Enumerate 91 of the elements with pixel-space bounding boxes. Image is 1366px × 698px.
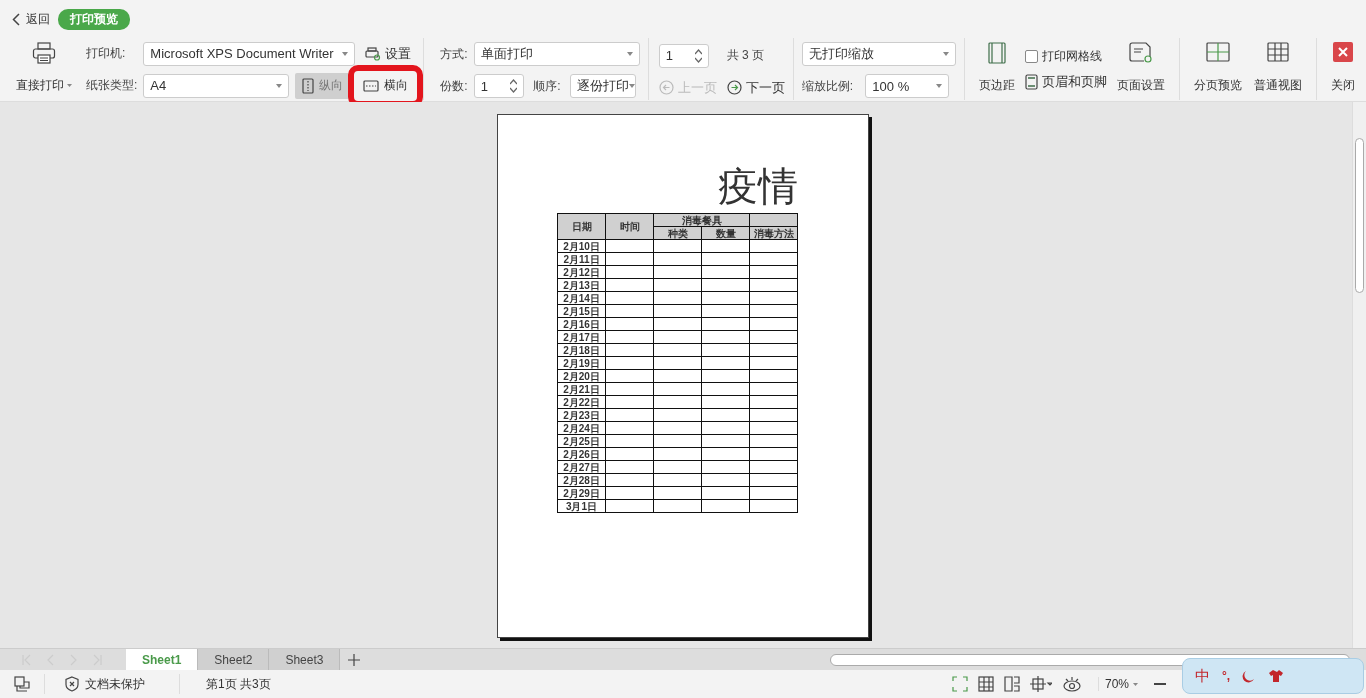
close-button[interactable]: 关闭 bbox=[1324, 38, 1361, 100]
date-cell: 2月29日 bbox=[557, 486, 606, 500]
close-icon bbox=[1332, 42, 1353, 62]
date-cell: 2月13日 bbox=[557, 278, 606, 292]
caret-icon bbox=[626, 52, 633, 56]
header-footer-button[interactable]: 页眉和页脚 bbox=[1024, 72, 1107, 91]
landscape-page-icon bbox=[363, 79, 380, 92]
paper-type-label: 纸张类型: bbox=[86, 77, 138, 94]
direct-print-button[interactable]: 直接打印 bbox=[10, 38, 78, 100]
spinner-arrows-icon bbox=[509, 79, 517, 93]
date-cell: 2月16日 bbox=[557, 317, 606, 331]
page-header-footer-icon bbox=[1024, 73, 1038, 90]
caret-icon bbox=[1133, 682, 1138, 686]
protection-text: 文档未保护 bbox=[85, 675, 145, 693]
paper-type-dropdown[interactable]: A4 bbox=[143, 73, 290, 98]
gridlines-checkbox[interactable]: 打印网格线 bbox=[1024, 47, 1107, 65]
order-label: 顺序: bbox=[533, 77, 562, 95]
column-header: 日期 bbox=[557, 213, 606, 240]
eye-icon[interactable] bbox=[1061, 676, 1082, 692]
page-setup-button[interactable]: 页面设置 bbox=[1110, 38, 1171, 100]
crosshair-page-icon[interactable] bbox=[1029, 676, 1052, 692]
date-cell: 2月20日 bbox=[557, 369, 606, 383]
date-cell: 2月21日 bbox=[557, 382, 606, 396]
split-view-icon bbox=[1205, 42, 1230, 62]
date-cell: 2月22日 bbox=[557, 395, 606, 409]
next-page-button[interactable]: 下一页 bbox=[726, 78, 785, 97]
date-cell: 2月10日 bbox=[557, 239, 606, 253]
back-chevron-icon bbox=[12, 12, 20, 26]
page-break-preview-button[interactable]: 分页预览 bbox=[1187, 38, 1248, 100]
shield-x-icon bbox=[65, 676, 79, 692]
date-cell: 2月28日 bbox=[557, 473, 606, 487]
monitor-icon[interactable] bbox=[14, 676, 30, 692]
caret-icon bbox=[629, 84, 636, 88]
mode-badge: 打印预览 bbox=[58, 8, 130, 30]
sheet-tab[interactable]: Sheet3 bbox=[269, 648, 341, 671]
input-mode-toggle[interactable]: 中 bbox=[1195, 666, 1210, 686]
add-sheet-icon[interactable] bbox=[348, 653, 361, 666]
date-cell: 2月24日 bbox=[557, 421, 606, 435]
page-margins-icon bbox=[987, 42, 1006, 64]
zoom-ratio-label: 缩放比例: bbox=[801, 77, 855, 95]
page-gear-icon bbox=[1128, 42, 1153, 64]
zoom-ratio-dropdown[interactable]: 100 % bbox=[865, 74, 950, 98]
settings-button[interactable]: 设置 bbox=[365, 44, 416, 63]
date-cell: 2月25日 bbox=[557, 434, 606, 448]
date-cell: 3月1日 bbox=[557, 499, 606, 513]
page-total: 共 3 页 bbox=[726, 47, 766, 64]
caret-icon bbox=[67, 84, 72, 87]
caret-icon bbox=[936, 84, 943, 88]
caret-icon bbox=[342, 51, 349, 56]
orientation-button[interactable]: 横向 bbox=[356, 72, 416, 99]
copies-field[interactable]: 1 bbox=[473, 74, 524, 98]
copies-label: 份数: bbox=[440, 77, 468, 95]
column-header: 消毒餐具 bbox=[653, 213, 750, 227]
printer-gear-icon bbox=[365, 46, 382, 61]
page-number-field[interactable]: 1 bbox=[658, 43, 709, 68]
vertical-scrollbar[interactable] bbox=[1352, 102, 1366, 648]
date-cell: 2月27日 bbox=[557, 460, 606, 474]
sheet-tab[interactable]: Sheet2 bbox=[198, 648, 270, 671]
date-cell: 2月11日 bbox=[557, 252, 606, 266]
date-cell: 2月23日 bbox=[557, 408, 606, 422]
page-info: 第1页 共3页 bbox=[179, 674, 291, 694]
zoom-level-dropdown[interactable]: 70% bbox=[1097, 677, 1144, 691]
date-cell: 2月15日 bbox=[557, 304, 606, 318]
printer-dropdown[interactable]: Microsoft XPS Document Writer bbox=[143, 41, 356, 66]
punctuation-toggle[interactable]: °, bbox=[1222, 669, 1231, 683]
mode-label: 方式: bbox=[440, 45, 468, 63]
back-button[interactable]: 返回 bbox=[10, 8, 52, 30]
printer-label: 打印机: bbox=[86, 45, 127, 62]
normal-view-button[interactable]: 普通视图 bbox=[1247, 38, 1308, 100]
column-header: 时间 bbox=[605, 213, 654, 240]
moon-icon[interactable] bbox=[1242, 669, 1257, 683]
shirt-icon[interactable] bbox=[1268, 669, 1285, 683]
grid-icon bbox=[1266, 42, 1289, 62]
spinner-arrows-icon bbox=[694, 48, 702, 63]
date-cell: 2月17日 bbox=[557, 330, 606, 344]
portrait-page-icon bbox=[302, 77, 315, 94]
date-cell: 2月26日 bbox=[557, 447, 606, 461]
caret-icon bbox=[276, 83, 283, 88]
date-cell: 2月18日 bbox=[557, 343, 606, 357]
document-title: 疫情 bbox=[717, 163, 798, 211]
date-cell: 2月14日 bbox=[557, 291, 606, 305]
grid-view-icon[interactable] bbox=[977, 676, 994, 692]
printer-icon bbox=[32, 42, 56, 64]
print-mode-dropdown[interactable]: 单面打印 bbox=[473, 42, 640, 66]
page-layout-icon[interactable] bbox=[1003, 676, 1020, 692]
caret-icon bbox=[942, 52, 949, 56]
date-cell: 2月19日 bbox=[557, 356, 606, 370]
margins-button[interactable]: 页边距 bbox=[972, 38, 1021, 100]
scaling-dropdown[interactable]: 无打印缩放 bbox=[801, 42, 956, 66]
date-cell: 2月12日 bbox=[557, 265, 606, 279]
order-dropdown[interactable]: 逐份打印 bbox=[570, 74, 637, 98]
